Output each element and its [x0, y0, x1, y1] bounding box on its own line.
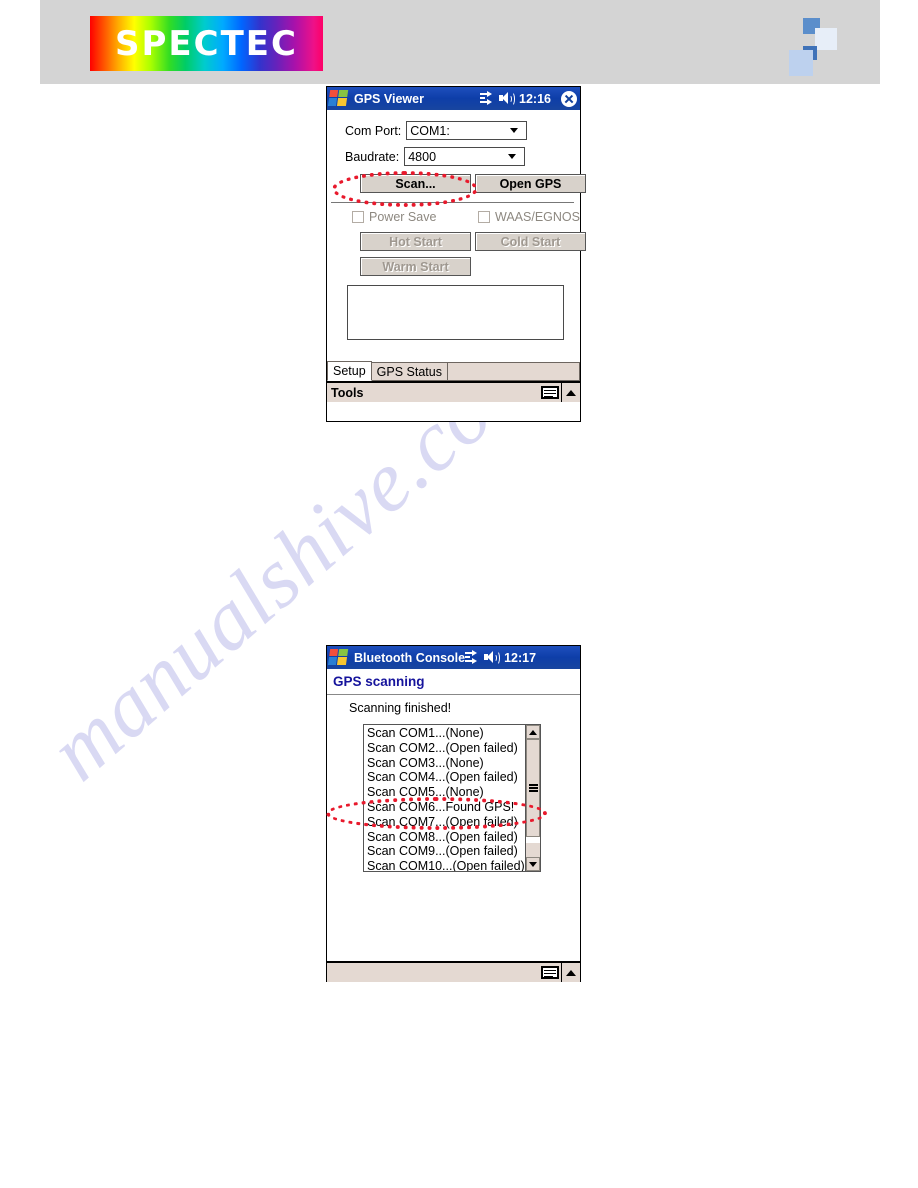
speaker-icon[interactable]: [484, 651, 501, 665]
keyboard-icon[interactable]: [541, 386, 559, 399]
windows-flag-icon[interactable]: [327, 649, 349, 666]
list-item[interactable]: Scan COM2...(Open failed): [367, 741, 525, 756]
tab-strip: Setup GPS Status: [327, 360, 580, 381]
warm-start-button[interactable]: Warm Start: [360, 257, 471, 276]
gps-viewer-tray: 12:16: [480, 90, 577, 107]
windows-flag-icon[interactable]: [327, 90, 349, 107]
list-item[interactable]: Scan COM9...(Open failed): [367, 844, 525, 859]
scroll-up-arrow-icon[interactable]: [526, 725, 540, 739]
softbar-tools-label[interactable]: Tools: [327, 386, 541, 400]
baudrate-row: Baudrate: 4800: [345, 147, 526, 166]
gps-viewer-titlebar: GPS Viewer 12:16: [327, 87, 580, 110]
gps-viewer-title: GPS Viewer: [354, 91, 424, 106]
scroll-thumb-grip[interactable]: [526, 739, 540, 837]
com-port-value: COM1:: [410, 123, 450, 138]
gps-viewer-window: GPS Viewer 12:16 Com Port: COM1: Baudrat…: [326, 86, 586, 422]
list-item[interactable]: Scan COM10...(Open failed): [367, 859, 525, 871]
baudrate-label: Baudrate:: [345, 149, 400, 164]
scan-results-scrollbar[interactable]: [525, 725, 540, 871]
section-divider: [331, 202, 574, 203]
baudrate-select[interactable]: 4800: [404, 147, 526, 166]
keyboard-icon[interactable]: [541, 966, 559, 979]
scan-button[interactable]: Scan...: [360, 174, 471, 193]
softbar-divider: [561, 383, 562, 402]
list-item[interactable]: Scan COM6...Found GPS!: [367, 800, 525, 815]
list-item[interactable]: Scan COM1...(None): [367, 726, 525, 741]
scan-results-listbox[interactable]: Scan COM1...(None) Scan COM2...(Open fail…: [363, 724, 541, 872]
gps-viewer-body: Com Port: COM1: Baudrate: 4800 Scan... O…: [327, 110, 586, 421]
cold-start-button[interactable]: Cold Start: [475, 232, 586, 251]
scan-results-list: Scan COM1...(None) Scan COM2...(Open fail…: [364, 725, 525, 871]
bluetooth-console-window: Bluetooth Console 12:17 GPS scanning Sca…: [326, 645, 581, 982]
blue-squares-decoration-icon: [789, 18, 847, 76]
open-gps-button[interactable]: Open GPS: [475, 174, 586, 193]
bluetooth-console-tray: 12:17: [465, 650, 536, 665]
list-item[interactable]: Scan COM8...(Open failed): [367, 830, 525, 845]
up-caret-icon[interactable]: [566, 969, 576, 976]
bluetooth-console-title: Bluetooth Console: [354, 650, 466, 665]
com-port-select[interactable]: COM1:: [406, 121, 528, 140]
tab-gps-status[interactable]: GPS Status: [371, 362, 448, 381]
up-caret-icon[interactable]: [566, 389, 576, 396]
waas-egnos-checkbox[interactable]: [478, 210, 490, 223]
gps-scanning-heading: GPS scanning: [327, 669, 580, 695]
list-item[interactable]: Scan COM5...(None): [367, 785, 525, 800]
chevron-down-icon: [508, 154, 517, 159]
bluetooth-console-titlebar: Bluetooth Console 12:17: [327, 646, 580, 669]
tab-setup[interactable]: Setup: [327, 361, 372, 381]
gps-scanning-heading-text: GPS scanning: [333, 674, 425, 689]
close-icon[interactable]: [561, 90, 577, 107]
list-item[interactable]: Scan COM7...(Open failed): [367, 815, 525, 830]
com-port-row: Com Port: COM1:: [345, 121, 528, 140]
clock-time[interactable]: 12:17: [504, 651, 536, 665]
power-save-checkbox-row[interactable]: Power Save: [352, 209, 436, 224]
speaker-icon[interactable]: [499, 92, 516, 106]
bluetooth-console-body: GPS scanning Scanning finished! Scan COM…: [327, 669, 580, 982]
gps-viewer-softbar: Tools: [327, 381, 580, 402]
list-item[interactable]: Scan COM4...(Open failed): [367, 770, 525, 785]
deco-square-4: [789, 50, 813, 76]
connectivity-icon[interactable]: [480, 91, 494, 105]
scroll-down-arrow-icon[interactable]: [526, 857, 540, 871]
softbar-divider: [561, 963, 562, 982]
power-save-label: Power Save: [369, 209, 437, 224]
hot-start-button[interactable]: Hot Start: [360, 232, 471, 251]
power-save-checkbox[interactable]: [352, 210, 364, 223]
spectec-logo: SPECTEC: [90, 16, 323, 71]
list-item[interactable]: Scan COM3...(None): [367, 756, 525, 771]
clock-time[interactable]: 12:16: [519, 92, 551, 106]
bluetooth-console-softbar: [327, 961, 580, 982]
page-header-banner: SPECTEC: [40, 0, 880, 84]
chevron-down-icon: [510, 128, 519, 133]
deco-square-2: [815, 28, 837, 50]
waas-egnos-label: WAAS/EGNOS: [495, 209, 580, 224]
com-port-label: Com Port:: [345, 123, 402, 138]
waas-egnos-checkbox-row[interactable]: WAAS/EGNOS: [478, 209, 580, 224]
spectec-logo-text: SPECTEC: [115, 23, 298, 64]
baudrate-value: 4800: [408, 149, 437, 164]
scrollbar-track[interactable]: [526, 837, 540, 843]
scan-status-text: Scanning finished!: [349, 701, 452, 715]
connectivity-icon[interactable]: [465, 650, 479, 664]
log-textbox[interactable]: [347, 285, 564, 340]
tab-strip-filler: [447, 362, 580, 381]
